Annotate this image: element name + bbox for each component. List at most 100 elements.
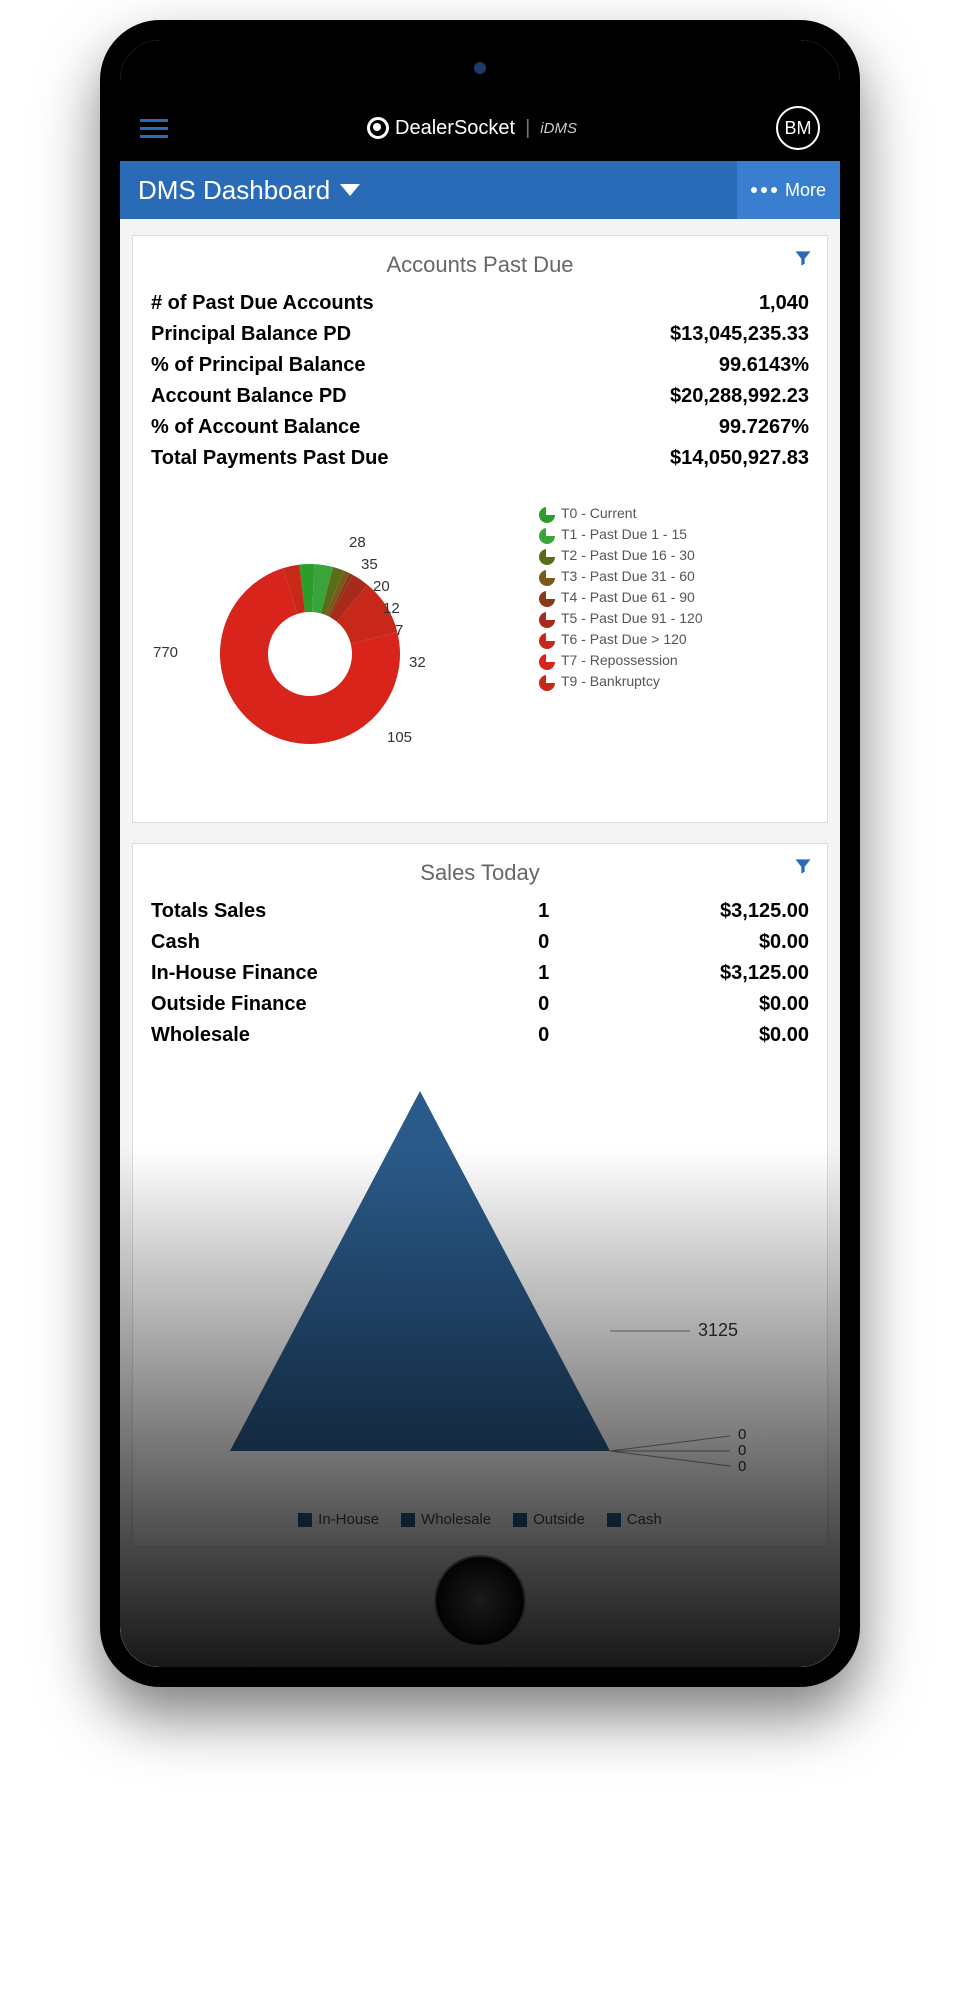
legend-item: T4 - Past Due 61 - 90 <box>539 588 809 609</box>
sales-count: 0 <box>491 993 597 1016</box>
legend-item: T2 - Past Due 16 - 30 <box>539 546 809 567</box>
legend-bullet-icon <box>539 591 555 607</box>
avatar[interactable]: BM <box>776 106 820 150</box>
legend-item: T7 - Repossession <box>539 651 809 672</box>
home-button[interactable] <box>436 1557 524 1645</box>
donut-callout: 32 <box>409 654 426 671</box>
brand-sub: iDMS <box>540 120 577 137</box>
filter-icon[interactable] <box>793 856 813 881</box>
card-accounts-past-due: Accounts Past Due # of Past Due Accounts… <box>132 235 828 823</box>
kv-value: 1,040 <box>759 292 809 315</box>
sales-amount: $3,125.00 <box>597 962 809 985</box>
sales-table: Totals Sales1$3,125.00Cash0$0.00In-House… <box>151 896 809 1051</box>
content-area: Accounts Past Due # of Past Due Accounts… <box>120 219 840 1667</box>
sales-count: 0 <box>491 931 597 954</box>
kv-value: 99.6143% <box>719 354 809 377</box>
brand: DealerSocket | iDMS <box>367 117 577 140</box>
sales-legend-item: Cash <box>607 1511 662 1528</box>
brand-divider: | <box>525 117 530 140</box>
sales-row: In-House Finance1$3,125.00 <box>151 958 809 989</box>
kv-value: 99.7267% <box>719 416 809 439</box>
kv-label: Total Payments Past Due <box>151 447 388 470</box>
sales-amount: $0.00 <box>597 993 809 1016</box>
legend-item: T6 - Past Due > 120 <box>539 630 809 651</box>
sales-legend-item: Wholesale <box>401 1511 491 1528</box>
pyramid-value: 3125 <box>698 1320 738 1340</box>
legend-bullet-icon <box>539 612 555 628</box>
kv-row: Account Balance PD $20,288,992.23 <box>151 381 809 412</box>
kv-value: $20,288,992.23 <box>670 385 809 408</box>
legend-label: T3 - Past Due 31 - 60 <box>561 569 695 584</box>
card-sales-today: Sales Today Totals Sales1$3,125.00Cash0$… <box>132 843 828 1547</box>
legend-item: T9 - Bankruptcy <box>539 672 809 693</box>
phone-top-bezel <box>120 40 840 95</box>
sales-label: Totals Sales <box>151 900 491 923</box>
legend-label: T2 - Past Due 16 - 30 <box>561 548 695 563</box>
donut-callout: 770 <box>153 644 178 661</box>
legend-box-icon <box>401 1513 415 1527</box>
kv-label: Account Balance PD <box>151 385 347 408</box>
legend-label: In-House <box>318 1511 379 1528</box>
sales-count: 0 <box>491 1024 597 1047</box>
kv-row: Total Payments Past Due $14,050,927.83 <box>151 443 809 474</box>
legend-bullet-icon <box>539 633 555 649</box>
legend-label: T7 - Repossession <box>561 653 678 668</box>
legend-item: T0 - Current <box>539 504 809 525</box>
legend-bullet-icon <box>539 549 555 565</box>
sales-legend-item: Outside <box>513 1511 585 1528</box>
card-title: Sales Today <box>151 854 809 896</box>
menu-icon[interactable] <box>140 119 168 138</box>
legend-label: T9 - Bankruptcy <box>561 674 660 689</box>
legend-box-icon <box>513 1513 527 1527</box>
page-title: DMS Dashboard <box>138 175 330 206</box>
legend-item: T1 - Past Due 1 - 15 <box>539 525 809 546</box>
avatar-initials: BM <box>785 118 812 139</box>
legend-label: Cash <box>627 1511 662 1528</box>
kv-value: $13,045,235.33 <box>670 323 809 346</box>
sales-label: In-House Finance <box>151 962 491 985</box>
legend-bullet-icon <box>539 675 555 691</box>
legend-bullet-icon <box>539 570 555 586</box>
sub-header: DMS Dashboard More <box>120 161 840 219</box>
svg-text:0: 0 <box>738 1426 746 1443</box>
donut-chart: 770 28 35 20 12 7 32 105 <box>151 504 529 804</box>
legend-box-icon <box>298 1513 312 1527</box>
sales-legend-item: In-House <box>298 1511 379 1528</box>
past-due-table: # of Past Due Accounts 1,040 Principal Bal… <box>151 288 809 474</box>
legend-label: Wholesale <box>421 1511 491 1528</box>
kv-row: # of Past Due Accounts 1,040 <box>151 288 809 319</box>
more-button[interactable]: More <box>737 161 840 219</box>
sales-amount: $0.00 <box>597 1024 809 1047</box>
sales-label: Wholesale <box>151 1024 491 1047</box>
svg-text:0: 0 <box>738 1458 746 1475</box>
donut-callout: 105 <box>387 729 412 746</box>
kv-label: % of Principal Balance <box>151 354 366 377</box>
sales-amount: $3,125.00 <box>597 900 809 923</box>
filter-icon[interactable] <box>793 248 813 273</box>
legend-item: T3 - Past Due 31 - 60 <box>539 567 809 588</box>
kv-value: $14,050,927.83 <box>670 447 809 470</box>
brand-logo-icon <box>367 117 389 139</box>
legend-label: T0 - Current <box>561 506 636 521</box>
legend-label: T6 - Past Due > 120 <box>561 632 687 647</box>
donut-callout: 20 <box>373 578 390 595</box>
page-title-dropdown[interactable]: DMS Dashboard <box>138 175 360 206</box>
sales-label: Cash <box>151 931 491 954</box>
kv-row: % of Principal Balance 99.6143% <box>151 350 809 381</box>
sales-count: 1 <box>491 900 597 923</box>
sales-label: Outside Finance <box>151 993 491 1016</box>
sales-pyramid-chart: 3125 0 0 0 <box>151 1071 809 1501</box>
phone-screen: DealerSocket | iDMS BM DMS Dashboard Mor… <box>120 40 840 1667</box>
more-icon <box>751 187 777 193</box>
kv-row: Principal Balance PD$13,045,235.33 <box>151 319 809 350</box>
svg-text:0: 0 <box>738 1442 746 1459</box>
kv-label: # of Past Due Accounts <box>151 292 374 315</box>
legend-box-icon <box>607 1513 621 1527</box>
sales-row: Cash0$0.00 <box>151 927 809 958</box>
legend-label: Outside <box>533 1511 585 1528</box>
kv-label: % of Account Balance <box>151 416 360 439</box>
donut-section: 770 28 35 20 12 7 32 105 T0 - Current T1 … <box>151 504 809 804</box>
donut-legend: T0 - Current T1 - Past Due 1 - 15 T2 - Pas… <box>539 504 809 804</box>
legend-label: T5 - Past Due 91 - 120 <box>561 611 703 626</box>
legend-bullet-icon <box>539 507 555 523</box>
